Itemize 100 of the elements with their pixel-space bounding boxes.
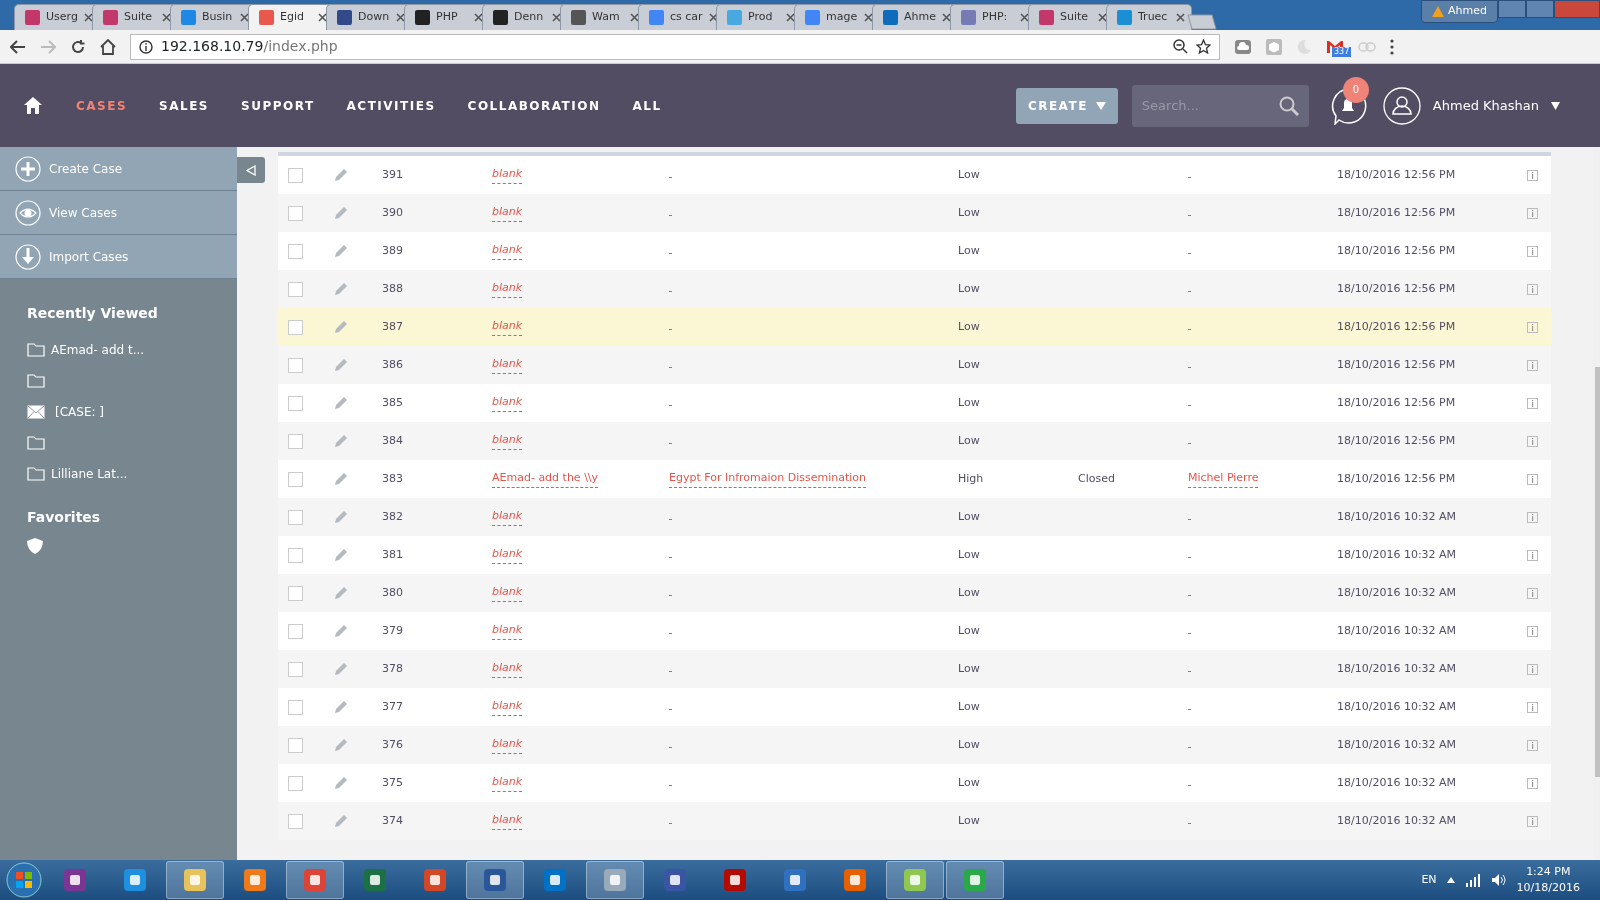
row-checkbox[interactable] [288,167,303,183]
pencil-icon[interactable] [334,434,348,448]
cloud-icon[interactable] [1234,38,1252,55]
row-checkbox[interactable] [288,547,303,563]
close-button[interactable] [1554,0,1600,18]
subject-link[interactable]: blank [492,394,523,412]
close-icon[interactable] [318,13,327,22]
row-checkbox[interactable] [288,737,303,753]
pencil-icon[interactable] [334,320,348,334]
maximize-button[interactable] [1526,0,1554,18]
nav-tab[interactable]: ACTIVITIES [330,92,452,119]
subject-link[interactable]: blank [492,280,523,298]
subject-link[interactable]: blank [492,774,523,792]
recent-item-link[interactable]: [CASE: ] [55,402,104,421]
info-icon[interactable] [1527,701,1538,713]
account-link[interactable]: Egypt For Infromaion Dissemination [669,470,867,488]
close-icon[interactable] [942,13,951,22]
zoom-out-icon[interactable] [1173,39,1188,54]
row-checkbox[interactable] [288,281,303,297]
close-icon[interactable] [708,13,718,22]
row-checkbox[interactable] [288,243,303,259]
clock[interactable]: 1:24 PM 10/18/2016 [1516,863,1580,897]
info-icon[interactable] [1527,397,1538,409]
nav-tab[interactable]: COLLABORATION [451,92,617,119]
info-icon[interactable] [1527,587,1538,599]
row-checkbox[interactable] [288,357,303,373]
pencil-icon[interactable] [334,700,348,714]
volume-icon[interactable] [1490,873,1507,887]
nav-tab[interactable]: ALL [616,92,678,119]
row-checkbox[interactable] [288,395,303,411]
close-icon[interactable] [396,13,405,22]
pencil-icon[interactable] [334,776,348,790]
minimize-button[interactable] [1498,0,1526,18]
pencil-icon[interactable] [334,244,348,258]
star-icon[interactable] [1196,39,1211,54]
subject-link[interactable]: blank [492,546,523,564]
row-checkbox[interactable] [288,775,303,791]
pencil-icon[interactable] [334,168,348,182]
info-icon[interactable] [1527,663,1538,675]
profile-button[interactable]: Ahmed [1421,0,1498,23]
close-icon[interactable] [84,13,93,22]
info-icon[interactable] [1527,777,1538,789]
subject-link[interactable]: blank [492,356,523,374]
info-icon[interactable] [1527,169,1538,181]
info-icon[interactable] [1527,283,1538,295]
cube-icon[interactable] [1266,38,1282,55]
info-icon[interactable] [1527,245,1538,257]
pencil-icon[interactable] [334,206,348,220]
user-avatar-icon[interactable] [1382,86,1421,125]
close-icon[interactable] [864,13,873,22]
subject-link[interactable]: blank [492,736,523,754]
subject-link[interactable]: blank [492,622,523,640]
user-name[interactable]: Ahmed Khashan [1432,95,1539,116]
pencil-icon[interactable] [334,548,348,562]
new-tab-icon[interactable] [1184,14,1218,30]
nav-tab[interactable]: CASES [60,92,144,119]
close-icon[interactable] [1020,13,1029,22]
pencil-icon[interactable] [334,510,348,524]
pencil-icon[interactable] [334,814,348,828]
row-checkbox[interactable] [288,433,303,449]
pencil-icon[interactable] [334,358,348,372]
info-icon[interactable] [1527,739,1538,751]
reload-icon[interactable] [70,38,86,55]
pencil-icon[interactable] [334,624,348,638]
subject-link[interactable]: blank [492,698,523,716]
subject-link[interactable]: blank [492,584,523,602]
row-checkbox[interactable] [288,661,303,677]
row-checkbox[interactable] [288,699,303,715]
close-icon[interactable] [630,13,639,22]
close-icon[interactable] [474,13,483,22]
row-checkbox[interactable] [288,509,303,525]
subject-link[interactable]: blank [492,242,523,260]
info-icon[interactable] [1527,815,1538,827]
tray-arrow-icon[interactable] [1446,877,1455,883]
subject-link[interactable]: AEmad- add the \\y [492,470,599,488]
pencil-icon[interactable] [334,396,348,410]
info-icon[interactable] [1527,321,1538,333]
row-checkbox[interactable] [288,813,303,829]
row-checkbox[interactable] [288,471,303,487]
row-checkbox[interactable] [288,319,303,335]
info-icon[interactable] [1527,435,1538,447]
sidebar-action[interactable]: Import Cases [0,235,237,279]
subject-link[interactable]: blank [492,812,523,830]
home-icon[interactable] [24,97,42,114]
info-icon[interactable] [1527,473,1538,485]
sidebar-action[interactable]: View Cases [0,191,237,235]
row-checkbox[interactable] [288,623,303,639]
subject-link[interactable]: blank [492,318,523,336]
subject-link[interactable]: blank [492,432,523,450]
home-icon[interactable] [100,38,116,55]
info-icon[interactable] [1527,549,1538,561]
pencil-icon[interactable] [334,586,348,600]
close-icon[interactable] [162,13,171,22]
network-icon[interactable] [1464,873,1481,887]
pencil-icon[interactable] [334,282,348,296]
caret-icon[interactable] [1551,101,1560,110]
close-icon[interactable] [786,13,795,22]
info-icon[interactable] [1527,359,1538,371]
info-icon[interactable] [1527,207,1538,219]
row-checkbox[interactable] [288,585,303,601]
